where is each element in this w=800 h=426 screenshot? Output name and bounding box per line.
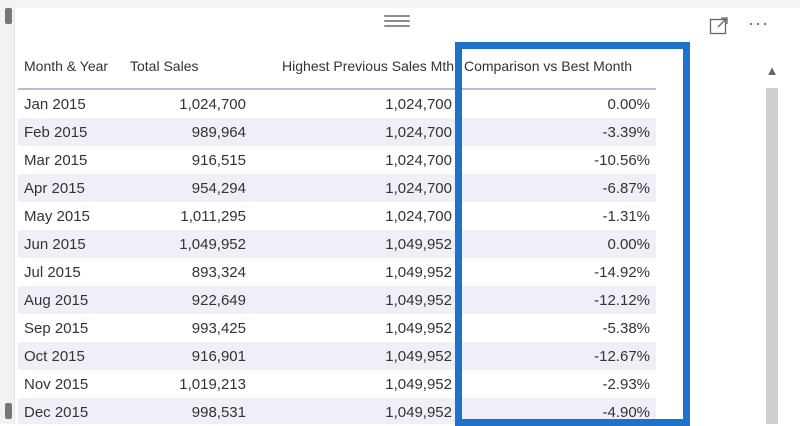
cell-highest-previous-sales: 1,024,700 [252, 174, 458, 202]
visual-top-border [14, 0, 800, 8]
focus-mode-icon[interactable] [709, 16, 729, 36]
drag-handle-icon[interactable] [384, 15, 410, 29]
cell-total-sales: 893,324 [191, 263, 246, 281]
scroll-up-icon[interactable]: ▲ [763, 58, 781, 84]
cell-highest-previous-sales: 1,049,952 [252, 286, 458, 314]
cell-highest-previous-sales: 1,024,700 [385, 95, 452, 113]
cell-highest-previous-sales: 1,049,952 [385, 375, 452, 393]
cell-highest-previous-sales: 1,024,700 [385, 207, 452, 225]
cell-total-sales: 1,049,952 [124, 230, 252, 258]
cell-total-sales: 989,964 [124, 118, 252, 146]
column-header-total-sales[interactable]: Total Sales [124, 44, 252, 90]
resize-handle-bottom-left[interactable] [5, 403, 12, 419]
cell-total-sales: 916,515 [191, 151, 246, 169]
cell-month-year: Sep 2015 [24, 319, 89, 337]
cell-highest-previous-sales: 1,049,952 [252, 342, 458, 370]
column-header-highest-previous-sales[interactable]: Highest Previous Sales Mth [252, 44, 458, 90]
cell-month-year: Oct 2015 [18, 342, 124, 370]
cell-month-year: Apr 2015 [18, 174, 124, 202]
cell-total-sales: 954,294 [124, 174, 252, 202]
cell-month-year: Jan 2015 [24, 95, 86, 113]
vertical-scrollbar[interactable]: ▲ [763, 58, 781, 424]
visual-left-border [0, 0, 15, 424]
cell-highest-previous-sales: 1,049,952 [385, 263, 452, 281]
cell-highest-previous-sales: 1,024,700 [385, 151, 452, 169]
scroll-thumb[interactable] [766, 88, 778, 424]
cell-highest-previous-sales: 1,049,952 [252, 230, 458, 258]
cell-total-sales: 1,024,700 [179, 95, 246, 113]
cell-total-sales: 1,011,295 [180, 207, 246, 225]
cell-highest-previous-sales: 1,049,952 [252, 398, 458, 424]
cell-total-sales: 922,649 [124, 286, 252, 314]
cell-month-year: Mar 2015 [24, 151, 88, 169]
cell-total-sales: 993,425 [191, 319, 246, 337]
more-options-button[interactable]: ··· [748, 14, 778, 32]
cell-month-year: May 2015 [24, 207, 90, 225]
cell-month-year: Jun 2015 [18, 230, 124, 258]
cell-month-year: Feb 2015 [18, 118, 124, 146]
cell-month-year: Dec 2015 [18, 398, 124, 424]
cell-total-sales: 916,901 [124, 342, 252, 370]
resize-handle-top-left[interactable] [5, 8, 12, 24]
column-header-month-year[interactable]: Month & Year [18, 44, 124, 90]
cell-month-year: Jul 2015 [24, 263, 81, 281]
cell-highest-previous-sales: 1,049,952 [385, 319, 452, 337]
cell-month-year: Aug 2015 [18, 286, 124, 314]
cell-total-sales: 1,019,213 [179, 375, 246, 393]
cell-highest-previous-sales: 1,024,700 [252, 118, 458, 146]
highlight-box [455, 42, 690, 426]
cell-total-sales: 998,531 [124, 398, 252, 424]
cell-month-year: Nov 2015 [24, 375, 89, 393]
